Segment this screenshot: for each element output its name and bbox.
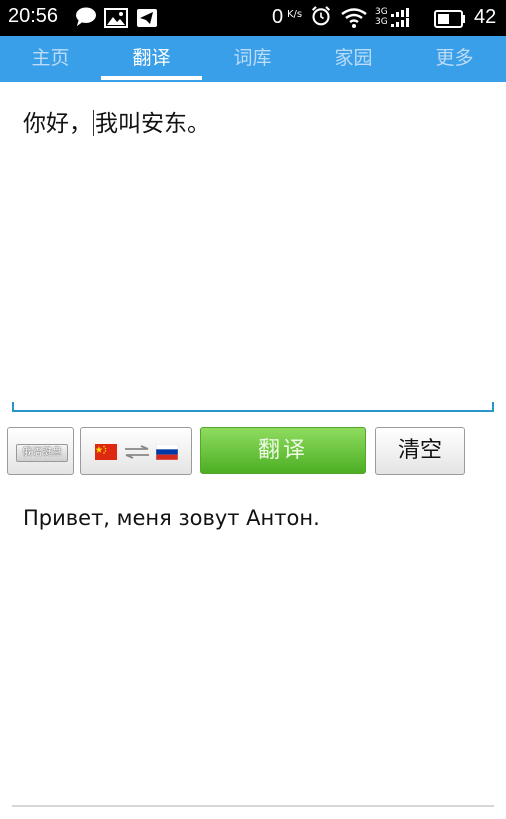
- tab-home[interactable]: 主页: [0, 36, 101, 82]
- chat-bubble-icon: [76, 7, 96, 27]
- source-text: 你好， 我叫安东。: [23, 104, 210, 138]
- battery-percent: 42: [474, 6, 497, 28]
- output-bottom-divider: [12, 805, 494, 807]
- russia-flag-icon: [156, 444, 178, 460]
- telegram-icon: [137, 9, 157, 27]
- alarm-clock-icon: [311, 6, 331, 26]
- china-flag-icon: [95, 444, 117, 460]
- battery-icon: [434, 10, 465, 28]
- keyboard-button-label: 俄语键盘: [16, 444, 68, 462]
- image-icon: [104, 8, 128, 28]
- clear-button[interactable]: 清空: [375, 427, 465, 475]
- status-time: 20:56: [8, 5, 59, 27]
- tab-more[interactable]: 更多: [404, 36, 505, 82]
- status-bar: 20:56 0 K/s 3G 3G 42: [0, 0, 506, 36]
- net-speed-unit: K/s: [287, 9, 303, 20]
- source-text-before-caret: 你好，: [23, 111, 92, 137]
- source-text-after-caret: 我叫安东。: [95, 111, 210, 137]
- translate-button-label: 翻译: [257, 438, 308, 463]
- net-speed-value: 0: [272, 6, 284, 28]
- input-underline-right: [492, 402, 494, 411]
- tab-community[interactable]: 家园: [303, 36, 404, 82]
- swap-arrows-icon: [125, 445, 149, 459]
- tab-bar: 主页 翻译 词库 家园 更多: [0, 36, 506, 82]
- translation-output: Привет, меня зовут Антон.: [23, 506, 320, 530]
- network-type-1: 3G: [375, 7, 388, 17]
- translate-button[interactable]: 翻译: [200, 427, 366, 474]
- russian-keyboard-button[interactable]: 俄语键盘: [7, 427, 74, 475]
- signal-strength-icon: [391, 8, 409, 27]
- active-tab-indicator: [101, 76, 202, 80]
- text-caret: [93, 110, 94, 136]
- clear-button-label: 清空: [397, 438, 442, 463]
- tab-vocabulary[interactable]: 词库: [202, 36, 303, 82]
- swap-languages-button[interactable]: [80, 427, 192, 475]
- network-type-2: 3G: [375, 17, 388, 27]
- wifi-icon: [341, 8, 367, 28]
- input-underline-left: [12, 402, 14, 411]
